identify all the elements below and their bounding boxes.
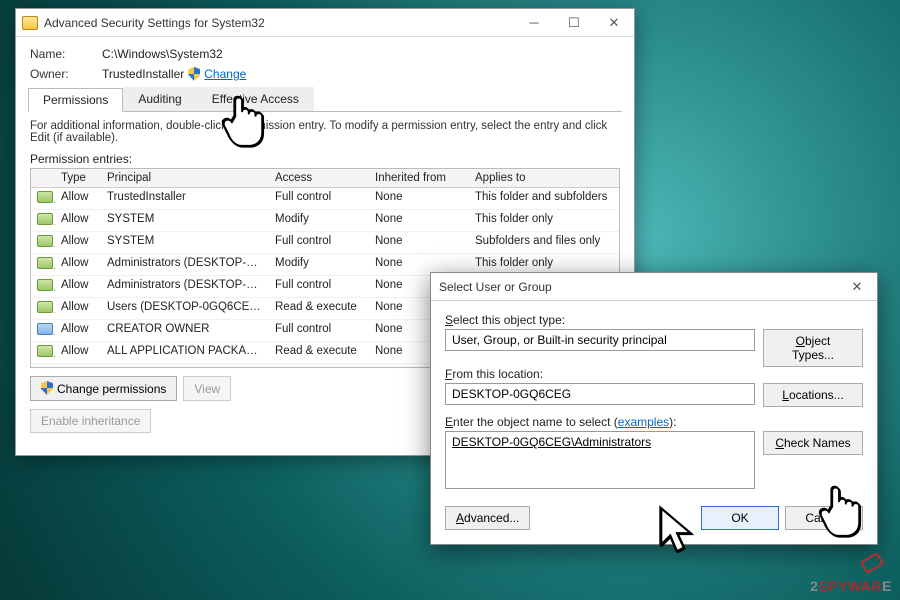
locations-button[interactable]: Locations... — [763, 383, 863, 407]
cell-access: Modify — [269, 254, 369, 275]
minimize-button[interactable]: ─ — [514, 9, 554, 37]
entries-label: Permission entries: — [30, 152, 620, 166]
cell-principal: ALL RESTRICTED APPLICATIO... — [101, 364, 269, 368]
principal-icon — [37, 345, 53, 357]
owner-label: Owner: — [30, 67, 102, 81]
enter-name-label: Enter the object name to select (example… — [445, 415, 755, 429]
owner-value: TrustedInstaller — [102, 67, 184, 81]
cell-type: Allow — [55, 276, 101, 297]
cell-access: Read & execute — [269, 342, 369, 363]
name-label: Name: — [30, 47, 102, 61]
principal-icon — [37, 191, 53, 203]
tab-effective-access[interactable]: Effective Access — [197, 87, 314, 111]
window-title: Advanced Security Settings for System32 — [44, 16, 514, 30]
cell-access: Modify — [269, 210, 369, 231]
folder-icon — [22, 16, 38, 30]
name-value: C:\Windows\System32 — [102, 47, 223, 61]
principal-icon — [37, 301, 53, 313]
cell-type: Allow — [55, 342, 101, 363]
tab-permissions[interactable]: Permissions — [28, 88, 123, 112]
titlebar[interactable]: Select User or Group ✕ — [431, 273, 877, 301]
logo-icon — [862, 556, 882, 576]
cell-access: Full control — [269, 188, 369, 209]
cell-inherited: None — [369, 210, 469, 231]
principal-icon — [37, 257, 53, 269]
check-names-button[interactable]: Check Names — [763, 431, 863, 455]
cell-applies: This folder and subfolders — [469, 188, 619, 209]
watermark: 2SPYWARE — [810, 578, 892, 594]
col-principal[interactable]: Principal — [101, 169, 269, 187]
cell-type: Allow — [55, 254, 101, 275]
cell-principal: CREATOR OWNER — [101, 320, 269, 341]
cell-type: Allow — [55, 364, 101, 368]
cell-inherited: None — [369, 188, 469, 209]
location-label: From this location: — [445, 367, 755, 381]
change-permissions-button[interactable]: Change permissions — [30, 376, 177, 401]
shield-icon — [41, 381, 53, 395]
change-owner-link[interactable]: Change — [204, 67, 246, 81]
cell-principal: Administrators (DESKTOP-0G... — [101, 276, 269, 297]
owner-row: Owner: TrustedInstaller Change — [30, 67, 620, 81]
cell-type: Allow — [55, 320, 101, 341]
cell-access: Read & execute — [269, 298, 369, 319]
location-field[interactable] — [445, 383, 755, 405]
col-access[interactable]: Access — [269, 169, 369, 187]
table-row[interactable]: AllowSYSTEMFull controlNoneSubfolders an… — [31, 232, 619, 254]
cell-principal: TrustedInstaller — [101, 188, 269, 209]
watermark-spy: SPYWAR — [818, 578, 882, 594]
col-inherited[interactable]: Inherited from — [369, 169, 469, 187]
table-row[interactable]: AllowSYSTEMModifyNoneThis folder only — [31, 210, 619, 232]
principal-icon — [37, 235, 53, 247]
cell-applies: This folder only — [469, 210, 619, 231]
cell-principal: Users (DESKTOP-0GQ6CEG\Us... — [101, 298, 269, 319]
info-text: For additional information, double-click… — [30, 120, 620, 144]
cell-type: Allow — [55, 210, 101, 231]
cell-principal: SYSTEM — [101, 210, 269, 231]
cell-access: Full control — [269, 320, 369, 341]
ok-button[interactable]: OK — [701, 506, 779, 530]
grid-header: Type Principal Access Inherited from App… — [31, 169, 619, 188]
principal-icon — [37, 279, 53, 291]
tabs: Permissions Auditing Effective Access — [28, 87, 622, 112]
cell-type: Allow — [55, 232, 101, 253]
col-type[interactable]: Type — [55, 169, 101, 187]
enable-inheritance-button: Enable inheritance — [30, 409, 151, 433]
principal-icon — [37, 323, 53, 335]
object-types-button[interactable]: Object Types... — [763, 329, 863, 367]
select-user-group-dialog: Select User or Group ✕ Select this objec… — [430, 272, 878, 545]
close-button[interactable]: ✕ — [837, 273, 877, 301]
cell-access: Read & execute — [269, 364, 369, 368]
dialog-title: Select User or Group — [431, 280, 837, 294]
maximize-button[interactable]: ☐ — [554, 9, 594, 37]
cell-access: Full control — [269, 232, 369, 253]
principal-icon — [37, 213, 53, 225]
examples-link[interactable]: examples — [618, 415, 669, 429]
advanced-button[interactable]: Advanced... — [445, 506, 530, 530]
cell-principal: SYSTEM — [101, 232, 269, 253]
dialog-content: Select this object type: Object Types...… — [431, 301, 877, 544]
object-name-input[interactable] — [445, 431, 755, 489]
close-button[interactable]: ✕ — [594, 9, 634, 37]
cell-applies: Subfolders and files only — [469, 232, 619, 253]
object-type-label: Select this object type: — [445, 313, 755, 327]
watermark-e: E — [882, 578, 892, 594]
cell-principal: Administrators (DESKTOP-0G... — [101, 254, 269, 275]
titlebar[interactable]: Advanced Security Settings for System32 … — [16, 9, 634, 37]
object-type-field[interactable] — [445, 329, 755, 351]
view-button: View — [183, 376, 231, 401]
table-row[interactable]: AllowTrustedInstallerFull controlNoneThi… — [31, 188, 619, 210]
cell-access: Full control — [269, 276, 369, 297]
tab-auditing[interactable]: Auditing — [123, 87, 196, 111]
col-applies[interactable]: Applies to — [469, 169, 619, 187]
cell-principal: ALL APPLICATION PACKAGES — [101, 342, 269, 363]
cell-type: Allow — [55, 188, 101, 209]
cancel-button[interactable]: Cancel — [785, 506, 863, 530]
window-buttons: ─ ☐ ✕ — [514, 9, 634, 37]
shield-icon — [188, 67, 200, 81]
cell-type: Allow — [55, 298, 101, 319]
principal-icon — [37, 367, 53, 368]
name-row: Name: C:\Windows\System32 — [30, 47, 620, 61]
cell-inherited: None — [369, 232, 469, 253]
